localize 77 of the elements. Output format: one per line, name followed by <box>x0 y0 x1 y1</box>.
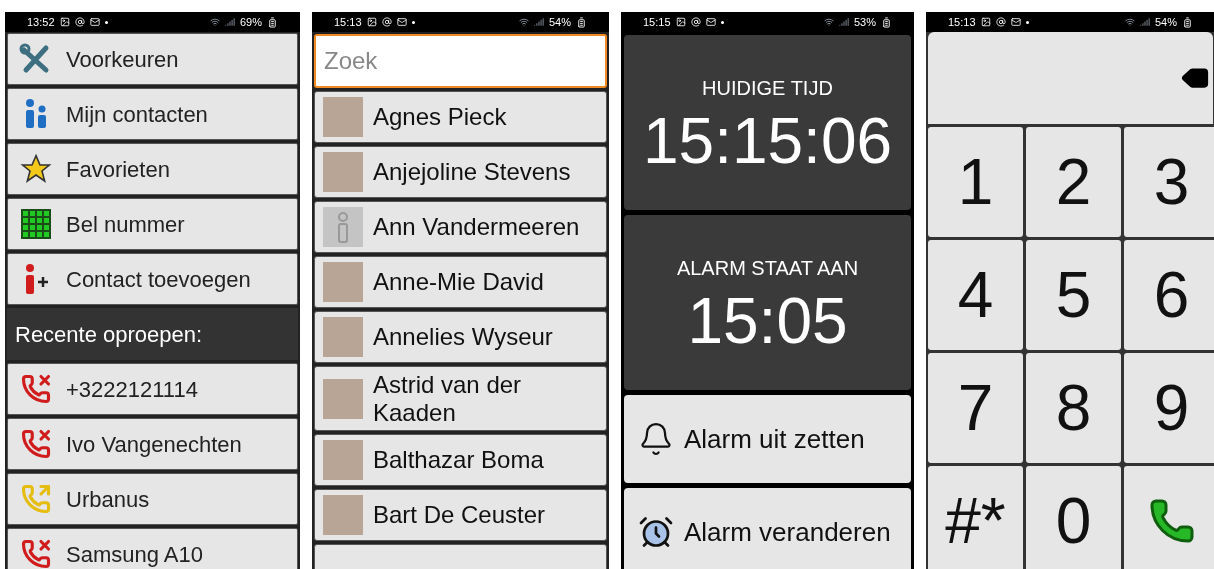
dial-key[interactable]: 6 <box>1124 240 1214 350</box>
recent-call-item[interactable]: +3222121114 <box>7 363 298 415</box>
battery-icon <box>881 16 892 28</box>
time-display: 15:05 <box>687 288 848 353</box>
dial-key[interactable]: 5 <box>1026 240 1121 350</box>
card-label: ALARM STAAT AAN <box>676 255 859 281</box>
battery-icon <box>1182 16 1193 28</box>
contact-item[interactable]: Anne-Mie David <box>314 256 607 308</box>
dial-key[interactable]: 2 <box>1026 127 1121 237</box>
recent-call-item[interactable]: Samsung A10 <box>7 528 298 569</box>
gallery-icon <box>366 17 377 27</box>
mail-icon <box>705 17 716 27</box>
battery-percent: 69% <box>239 14 262 30</box>
signal-icon <box>838 17 849 27</box>
mail-icon <box>396 17 407 27</box>
contact-item[interactable]: Annelies Wyseur <box>314 311 607 363</box>
at-icon <box>995 17 1006 27</box>
menu-item[interactable]: Favorieten <box>7 143 298 195</box>
wifi-icon <box>209 17 220 27</box>
search-field[interactable]: Zoek <box>314 34 607 88</box>
contact-item[interactable]: Anjejoline Stevens <box>314 146 607 198</box>
dial-key[interactable]: 1 <box>928 127 1023 237</box>
battery-percent: 54% <box>548 14 571 30</box>
gallery-icon <box>980 17 991 27</box>
menu-item[interactable]: Contact toevoegen <box>7 253 298 305</box>
at-icon <box>381 17 392 27</box>
bell-icon <box>638 421 674 457</box>
dial-key[interactable]: 4 <box>928 240 1023 350</box>
contact-item[interactable]: Astrid van der Kaaden <box>314 366 607 432</box>
menu-item[interactable]: Voorkeuren <box>7 33 298 85</box>
battery-icon <box>267 16 278 28</box>
missed-call-icon <box>21 539 51 569</box>
signal-icon <box>533 17 544 27</box>
recent-call-item[interactable]: Ivo Vangenechten <box>7 418 298 470</box>
mail-icon <box>1010 17 1021 27</box>
gallery-icon <box>59 17 70 27</box>
gallery-icon <box>675 17 686 27</box>
battery-percent: 54% <box>1154 14 1177 30</box>
signal-icon <box>224 17 235 27</box>
status-time: 15:13 <box>948 14 976 30</box>
dial-key[interactable]: 3 <box>1124 127 1214 237</box>
missed-call-icon <box>21 429 51 459</box>
missed-call-icon <box>21 374 51 404</box>
dial-key[interactable]: 7 <box>928 353 1023 463</box>
contact-item[interactable]: Balthazar Boma <box>314 434 607 487</box>
contact-item[interactable]: Agnes Pieck <box>314 91 607 143</box>
dial-key[interactable]: 8 <box>1026 353 1121 463</box>
battery-percent: 53% <box>853 14 876 30</box>
at-icon <box>690 17 701 27</box>
menu-item[interactable]: Mijn contacten <box>7 88 298 140</box>
alarm-button[interactable]: Alarm uit zetten <box>624 395 911 483</box>
dial-key[interactable] <box>1124 466 1214 569</box>
alarm-clock-icon <box>638 514 674 550</box>
dial-key[interactable]: 0 <box>1026 466 1121 569</box>
card-label: HUIDIGE TIJD <box>702 75 833 101</box>
keypad-icon <box>21 209 51 239</box>
mail-icon <box>89 17 100 27</box>
dial-key[interactable]: #* <box>928 466 1023 569</box>
section-header: Recente oproepen: <box>7 308 298 360</box>
wifi-icon <box>1124 17 1135 27</box>
status-time: 15:15 <box>643 14 671 30</box>
contact-item[interactable]: Ann Vandermeeren <box>314 201 607 253</box>
status-time: 15:13 <box>334 14 362 30</box>
wifi-icon <box>518 17 529 27</box>
status-time: 13:52 <box>27 14 55 30</box>
menu-item[interactable]: Bel nummer <box>7 198 298 250</box>
battery-icon <box>576 16 587 28</box>
recent-call-item[interactable]: Urbanus <box>7 473 298 525</box>
contact-item[interactable]: Bart De Ceuster <box>314 489 607 542</box>
at-icon <box>74 17 85 27</box>
alarm-button[interactable]: Alarm veranderen <box>624 488 911 569</box>
wifi-icon <box>823 17 834 27</box>
dial-key[interactable]: 9 <box>1124 353 1214 463</box>
time-display: 15:15:06 <box>642 108 893 173</box>
star-icon <box>20 153 52 185</box>
outgoing-call-icon <box>21 484 51 514</box>
signal-icon <box>1139 17 1150 27</box>
